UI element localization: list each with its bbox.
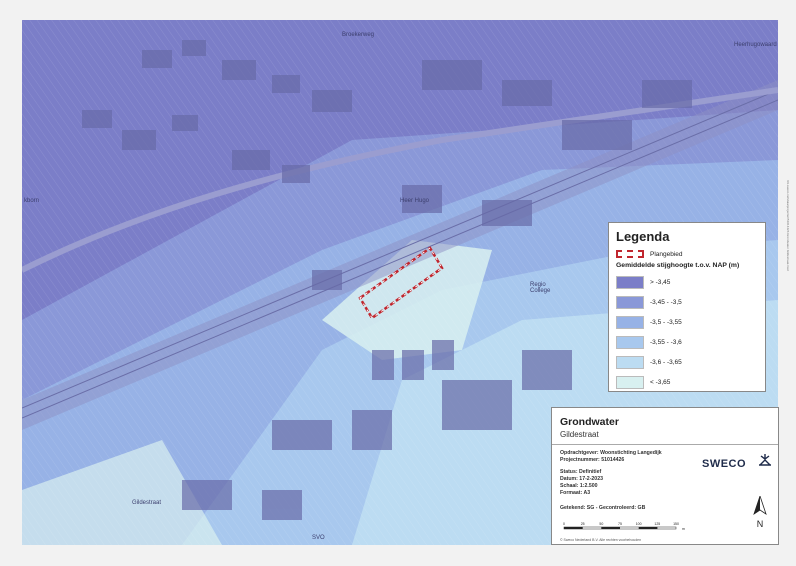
scale-bar: 0 25 50 75 100 125 150m bbox=[563, 522, 685, 531]
format-text: Formaat: A3 bbox=[560, 490, 591, 496]
scale-tick-label: 75 bbox=[618, 522, 622, 526]
scale-unit-label: m bbox=[682, 527, 685, 531]
date-text: Datum: 17-2-2023 bbox=[560, 476, 603, 482]
legend-class-label: -3,6 - -3,65 bbox=[650, 358, 682, 366]
legend-subtitle: Gemiddelde stijghoogte t.o.v. NAP (m) bbox=[616, 262, 740, 269]
title-block: Grondwater Gildestraat Opdrachtgever: Wo… bbox=[551, 407, 779, 545]
legend-class-label: -3,45 - -3,5 bbox=[650, 298, 682, 306]
legend-class-4: -3,6 - -3,65 bbox=[616, 353, 758, 371]
north-arrow-icon: N bbox=[753, 496, 767, 529]
legend-class-label: -3,55 - -3,6 bbox=[650, 338, 682, 346]
street-label-heer-hugo: Heer Hugo bbox=[400, 198, 430, 204]
legend-swatch bbox=[616, 275, 644, 289]
copyright-text: © Sweco Nederland B.V. Alle rechten voor… bbox=[560, 538, 642, 542]
legend-class-2: -3,5 - -3,55 bbox=[616, 313, 758, 331]
legend-swatch bbox=[616, 335, 644, 349]
legend-class-label: -3,5 - -3,55 bbox=[650, 318, 682, 326]
sweco-logo-icon bbox=[759, 454, 771, 466]
legend-class-1: -3,45 - -3,5 bbox=[616, 293, 758, 311]
legend-panel: Legenda Plangebied Gemiddelde stijghoogt… bbox=[608, 222, 766, 392]
legend-plangebied: Plangebied bbox=[616, 250, 758, 258]
status-text: Status: Definitief bbox=[560, 469, 602, 475]
file-path-note: \\nl.sweco.net\data\projecten\51014426 G… bbox=[786, 180, 790, 271]
scale-tick-label: 100 bbox=[636, 522, 642, 526]
street-label-broekerweg: Broekerweg bbox=[342, 32, 375, 38]
sweco-logo: SWECO bbox=[702, 458, 747, 470]
plangebied-label: Plangebied bbox=[650, 250, 683, 258]
scale-tick-label: 0 bbox=[563, 522, 565, 526]
north-label: N bbox=[757, 519, 764, 529]
scale-text: Schaal: 1:2.500 bbox=[560, 483, 598, 489]
map-subtitle: Gildestraat bbox=[560, 430, 599, 439]
scale-tick-label: 25 bbox=[581, 522, 585, 526]
client-text: Opdrachtgever: Woonstichting Langedijk bbox=[560, 450, 662, 456]
legend-class-label: < -3,65 bbox=[650, 378, 671, 386]
legend-swatch bbox=[616, 315, 644, 329]
legend-classes: > -3,45 -3,45 - -3,5 -3,5 - -3,55 -3,55 - -… bbox=[616, 273, 758, 391]
street-label-heerhugowaard: Heerhugowaard bbox=[734, 42, 777, 48]
street-label-gildestraat: Gildestraat bbox=[132, 500, 162, 506]
map-title: Grondwater bbox=[560, 416, 619, 428]
scale-tick-label: 50 bbox=[599, 522, 603, 526]
legend-swatch bbox=[616, 375, 644, 389]
street-label-kborn: kborn bbox=[24, 198, 40, 204]
legend-class-0: > -3,45 bbox=[616, 273, 758, 291]
project-number: Projectnummer: 51014426 bbox=[560, 457, 625, 463]
scale-tick-label: 125 bbox=[654, 522, 660, 526]
legend-class-5: < -3,65 bbox=[616, 373, 758, 391]
legend-swatch bbox=[616, 355, 644, 369]
street-label-svo: SVO bbox=[312, 535, 325, 541]
legend-swatch bbox=[616, 295, 644, 309]
legend-class-label: > -3,45 bbox=[650, 278, 671, 286]
legend-title: Legenda bbox=[616, 229, 670, 244]
legend-class-3: -3,55 - -3,6 bbox=[616, 333, 758, 351]
title-divider bbox=[552, 444, 778, 445]
drawn-by-text: Getekend: SG - Gecontroleerd: GB bbox=[560, 505, 646, 511]
street-label-regio-college: Regio College bbox=[530, 282, 551, 294]
scale-tick-label: 150 bbox=[673, 522, 679, 526]
plangebied-swatch bbox=[616, 250, 644, 258]
